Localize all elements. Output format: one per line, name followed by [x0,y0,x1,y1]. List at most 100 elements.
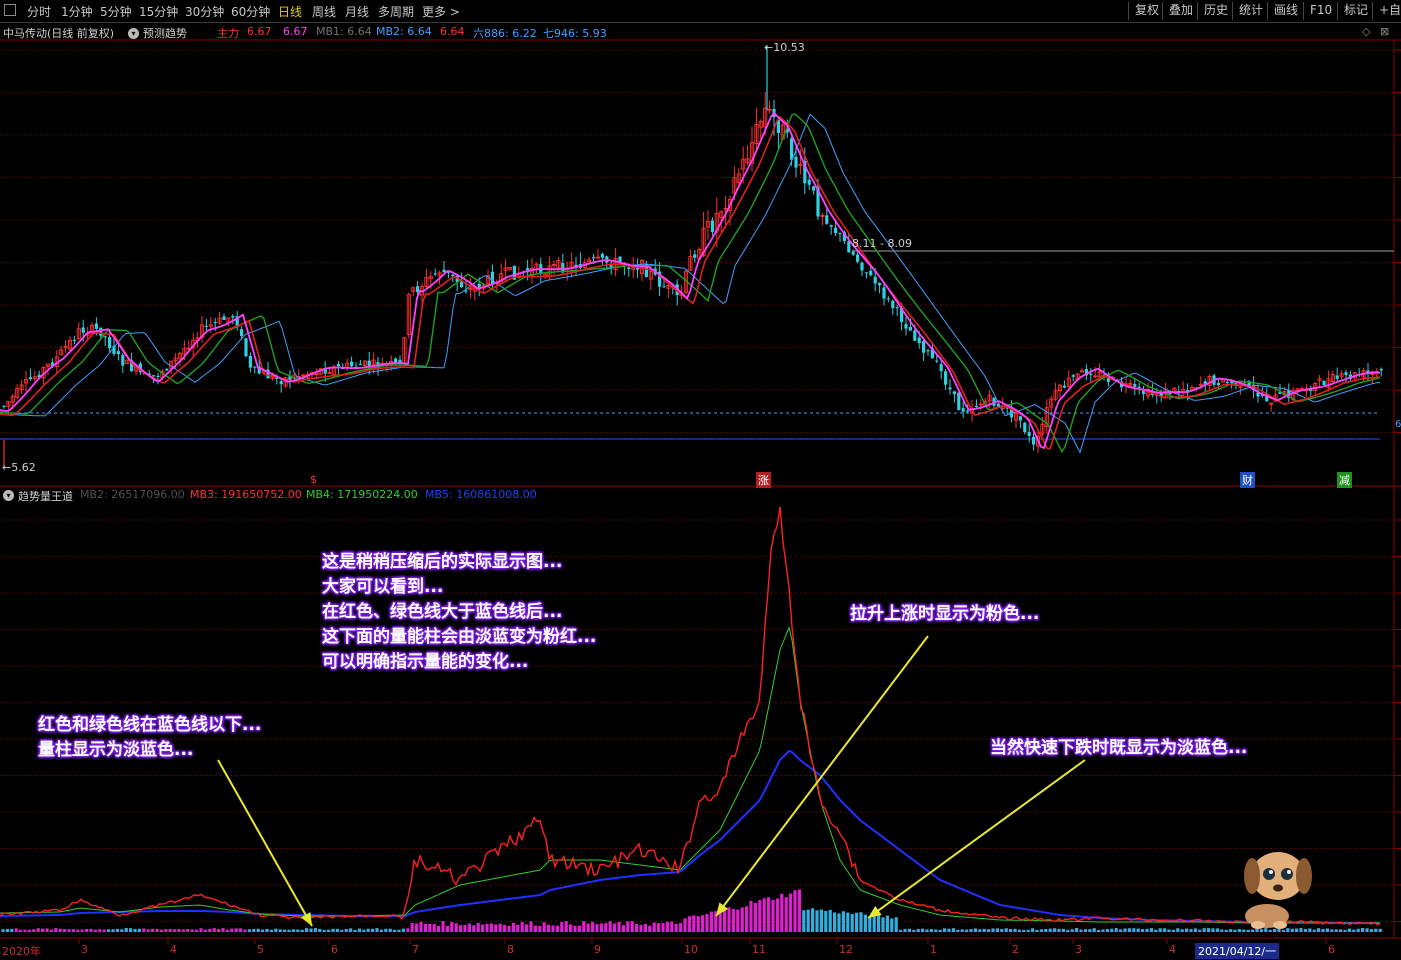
candle-body [917,337,921,344]
event-tag-finance[interactable]: 财 [1240,472,1255,488]
volume-bar [1044,928,1048,932]
x-axis-label: 8 [507,943,514,956]
volume-bar [388,928,392,932]
volume-bar [538,925,542,932]
volume-bar [960,929,964,932]
volume-bar [1273,928,1277,932]
candle-body [1379,368,1383,371]
candle-body [253,366,257,368]
volume-bar [863,914,867,932]
candle-body [851,251,855,255]
volume-bar [269,929,273,932]
volume-bar [1158,928,1162,932]
x-axis-cursor-date: 2021/04/12/一 [1195,943,1280,959]
event-tag-dividend[interactable]: $ [310,473,317,486]
candle-body [922,341,926,353]
volume-bar [287,929,291,932]
candle-body [279,381,283,385]
volume-bar [1057,928,1061,932]
annotation-main-line: 在红色、绿色线大于蓝色线后... [322,602,563,622]
volume-bar [912,929,916,932]
volume-bar [195,929,199,932]
volume-indicator-menu-icon[interactable]: ▾ [3,488,14,501]
volume-bar [1105,929,1109,932]
volume-bar [445,925,449,932]
volume-bar [362,929,366,932]
volume-bar [85,928,89,932]
volume-indicator-name[interactable]: 趋势量王道 [18,488,73,504]
volume-bar [758,900,762,932]
x-axis-label: 2020年 [2,945,41,958]
candle-body [1322,380,1326,386]
volume-bar [1,929,5,932]
volume-bar [569,924,573,932]
volume-bar [617,921,621,932]
dog-eye-shine [1269,870,1273,874]
volume-bar [366,928,370,932]
candle-body [394,358,398,363]
x-axis-label: 7 [412,943,419,956]
volume-bar [1321,928,1325,932]
volume-bar [793,890,797,932]
volume-bar [498,923,502,932]
event-tag-limit-up[interactable]: 涨 [756,472,771,488]
volume-bar [1026,929,1030,932]
volume-bar [520,922,524,932]
volume-bar [1268,929,1272,932]
event-tag-reduce[interactable]: 减 [1337,472,1352,488]
candle-body [1133,383,1137,387]
volume-bar [868,916,872,932]
volume-bar [476,922,480,932]
candle-body [1032,436,1036,445]
candle-body [693,254,697,258]
volume-bar [1220,929,1224,932]
volume-bar [1039,929,1043,932]
volume-bar [1004,928,1008,932]
volume-bar [604,923,608,932]
volume-bar [177,928,181,932]
volume-bar [459,925,463,932]
volume-bar [1369,929,1373,932]
volume-bar [181,929,185,932]
volume-bar [767,897,771,932]
volume-bar [1061,928,1065,932]
candle-body [939,364,943,372]
candle-body [451,274,455,277]
volume-bar [432,924,436,932]
x-axis-label: 4 [170,943,177,956]
stock-chart-window: 分时 1分钟 5分钟 15分钟 30分钟 60分钟 日线 周线 月线 多周期 更… [0,0,1401,960]
volume-bar [1154,929,1158,932]
candle-body [904,324,908,329]
dog-eye-right [1281,868,1293,880]
volume-bar [375,928,379,932]
annotation-main-line: 可以明确指示量能的变化... [322,652,529,672]
annotation-arrows [217,635,1086,927]
candle-body [1137,386,1141,388]
volume-bar [723,908,727,932]
annotation-main: 这是稍稍压缩后的实际显示图... 大家可以看到... 在红色、绿色线大于蓝色线后… [322,550,596,675]
volume-bar [995,928,999,932]
x-axis-label: 9 [594,943,601,956]
volume-bar [507,925,511,932]
candle-body [99,327,103,336]
volume-bar [929,929,933,932]
current-price-marker: 6 [1395,419,1401,430]
candle-body [913,330,917,341]
volume-bar [296,929,300,932]
volume-bar [225,929,229,932]
volume-bar [1088,929,1092,932]
volume-bar [67,929,71,932]
volume-bar [731,909,735,932]
volume-bar [5,928,9,932]
candle-body [433,273,437,275]
volume-bar [837,913,841,932]
volume-bar [555,925,559,932]
candle-body [856,254,860,262]
volume-bar [925,929,929,932]
volume-bar [811,908,815,932]
annotation-main-line: 这下面的量能柱会由淡蓝变为粉红... [322,627,597,647]
volume-bar [98,929,102,932]
volume-bar [621,925,625,932]
volume-bar [1132,928,1136,932]
volume-bar [635,924,639,932]
